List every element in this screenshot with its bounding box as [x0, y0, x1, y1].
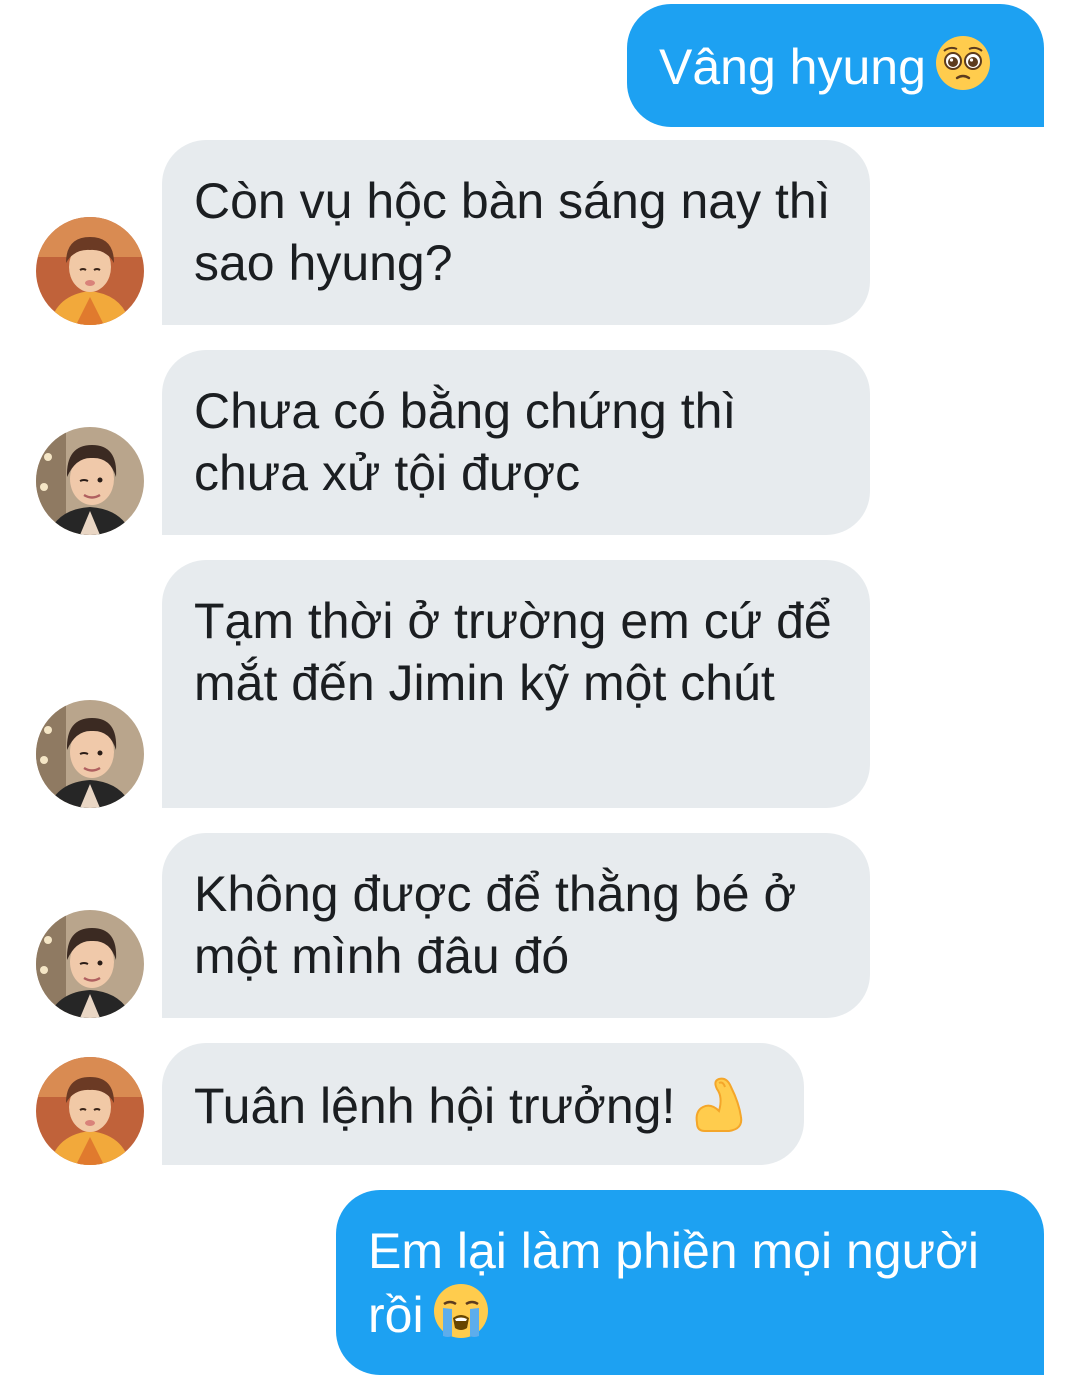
avatar[interactable] [36, 217, 144, 325]
message-bubble-incoming[interactable]: Còn vụ hộc bàn sáng nay thì sao hyung? [162, 140, 870, 325]
avatar[interactable] [36, 700, 144, 808]
message-text: Tuân lệnh hội trưởng! [194, 1078, 676, 1134]
message-bubble-outgoing[interactable]: Vâng hyung [627, 4, 1044, 127]
avatar[interactable] [36, 1057, 144, 1165]
message-text: Không được để thằng bé ở một mình đâu đó [194, 866, 797, 984]
message-bubble-incoming[interactable]: Chưa có bằng chứng thì chưa xử tội được [162, 350, 870, 535]
message-bubble-incoming[interactable]: Tạm thời ở trường em cứ để mắt đến Jimin… [162, 560, 870, 808]
loudly-crying-face-emoji-icon [432, 1282, 490, 1340]
avatar[interactable] [36, 427, 144, 535]
message-text: Chưa có bằng chứng thì chưa xử tội được [194, 383, 737, 501]
avatar[interactable] [36, 910, 144, 1018]
message-text: Còn vụ hộc bàn sáng nay thì sao hyung? [194, 173, 831, 291]
message-bubble-incoming[interactable]: Không được để thằng bé ở một mình đâu đó [162, 833, 870, 1018]
flexed-biceps-emoji-icon [689, 1073, 751, 1135]
message-text: Tạm thời ở trường em cứ để mắt đến Jimin… [194, 593, 832, 711]
message-bubble-outgoing[interactable]: Em lại làm phiền mọi người rồi [336, 1190, 1044, 1375]
message-bubble-incoming[interactable]: Tuân lệnh hội trưởng! [162, 1043, 804, 1165]
message-text: Vâng hyung [659, 39, 926, 95]
pleading-face-emoji-icon [934, 34, 992, 92]
